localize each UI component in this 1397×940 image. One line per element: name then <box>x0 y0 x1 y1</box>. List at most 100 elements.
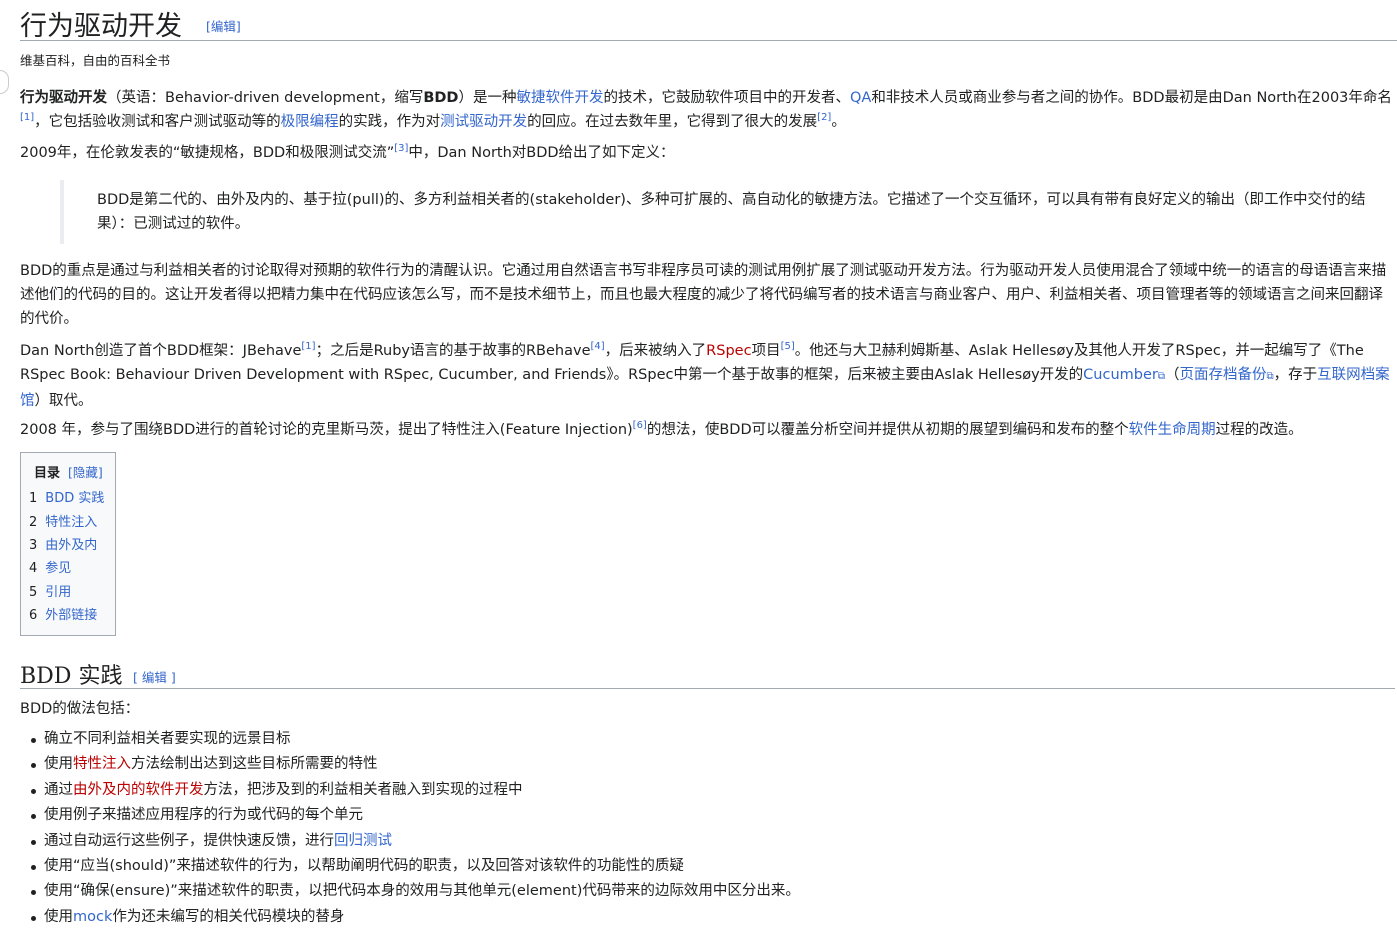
toc-item-label[interactable]: BDD 实践 <box>45 491 104 506</box>
p4-text: ）取代。 <box>34 393 93 409</box>
list-item: 使用例子来描述应用程序的行为或代码的每个单元 <box>20 803 1395 828</box>
p4-text: Dan North创造了首个BDD框架：JBehave <box>20 343 302 359</box>
list-item: 通过由外及内的软件开发方法，把涉及到的利益相关者融入到实现的过程中 <box>20 778 1395 803</box>
list-item: 使用mock作为还未编写的相关代码模块的替身 <box>20 905 1395 930</box>
p5-text: 2008 年，参与了围绕BDD进行的首轮讨论的克里斯马茨，提出了特性注入(Fea… <box>20 422 633 438</box>
list-item-text: 使用“确保(ensure)”来描述软件的职责，以把代码本身的效用与其他单元(el… <box>44 883 800 900</box>
list-item-text: 通过 <box>44 781 73 798</box>
intro-text: （英语：Behavior-driven development，缩写 <box>107 90 424 106</box>
list-item-text: 使用例子来描述应用程序的行为或代码的每个单元 <box>44 807 363 824</box>
link-tdd[interactable]: 测试驱动开发 <box>440 114 527 130</box>
toc-item-number: 1 <box>29 491 38 506</box>
definition-blockquote: BDD是第二代的、由外及内的、基于拉(pull)的、多方利益相关者的(stake… <box>60 180 1397 244</box>
toc-item[interactable]: 5 引用 <box>29 581 71 600</box>
list-item-text: 通过自动运行这些例子，提供快速反馈，进行 <box>44 832 334 849</box>
external-link-icon: ⧉ <box>1266 371 1274 382</box>
toc-item-label[interactable]: 由外及内 <box>45 538 97 553</box>
p4-text: （ <box>1165 367 1180 383</box>
intro-paragraph: 行为驱动开发（英语：Behavior-driven development，缩写… <box>20 86 1395 134</box>
term-bold: 行为驱动开发 <box>20 90 107 106</box>
link-mock[interactable]: mock <box>73 909 112 925</box>
list-item: 使用“应当(should)”来描述软件的行为，以帮助阐明代码的职责，以及回答对该… <box>20 854 1395 879</box>
toc-item-number: 6 <box>29 608 38 623</box>
link-archive[interactable]: 页面存档备份 <box>1180 367 1267 383</box>
link-agile[interactable]: 敏捷软件开发 <box>516 90 603 106</box>
p4-text: ，后来被纳入了 <box>604 343 707 359</box>
list-item: 通过自动运行这些例子，提供快速反馈，进行回归测试 <box>20 829 1395 854</box>
practices-list: 确立不同利益相关者要实现的远景目标 使用特性注入方法绘制出达到这些目标所需要的特… <box>20 727 1395 930</box>
p2-text: 2009年，在伦敦发表的“敏捷规格，BDD和极限测试交流” <box>20 145 395 161</box>
toc-item[interactable]: 1 BDD 实践 <box>29 487 104 506</box>
section-intro: BDD的做法包括： <box>20 701 140 717</box>
abbr-bold: BDD <box>423 90 459 106</box>
toc-item-number: 2 <box>29 515 38 530</box>
link-feature-injection[interactable]: 特性注入 <box>73 756 131 772</box>
frameworks-paragraph: Dan North创造了首个BDD框架：JBehave[1]；之后是Ruby语言… <box>20 339 1395 413</box>
toc-item-number: 3 <box>29 538 38 553</box>
link-cucumber[interactable]: Cucumber <box>1083 367 1158 383</box>
intro-text: 的回应。在过去数年里，它得到了很大的发展 <box>527 114 818 130</box>
list-item-text: 使用 <box>44 756 73 773</box>
toc-item-number: 4 <box>29 561 38 576</box>
intro-text: 和非技术人员或商业参与者之间的协作。BDD最初是由Dan North在2003年… <box>871 90 1392 106</box>
quote-text: BDD是第二代的、由外及内的、基于拉(pull)的、多方利益相关者的(stake… <box>97 192 1366 232</box>
ref-5[interactable]: [5] <box>781 341 795 352</box>
intro-text: ，它包括验收测试和客户测试驱动等的 <box>34 114 281 130</box>
toc-hide-toggle[interactable]: [隐藏] <box>68 462 103 481</box>
link-rspec[interactable]: RSpec <box>706 343 751 359</box>
toc-item-label[interactable]: 外部链接 <box>45 608 97 623</box>
intro-text: 的实践，作为对 <box>338 114 441 130</box>
link-sdlc[interactable]: 软件生命周期 <box>1129 422 1216 438</box>
list-item: 使用特性注入方法绘制出达到这些目标所需要的特性 <box>20 752 1395 777</box>
page-title: 行为驱动开发 <box>20 11 182 42</box>
toc-item[interactable]: 2 特性注入 <box>29 511 97 530</box>
toc-item-number: 5 <box>29 585 38 600</box>
site-tagline: 维基百科，自由的百科全书 <box>20 53 171 68</box>
p5-text: 的想法，使BDD可以覆盖分析空间并提供从初期的展望到编码和发布的整个 <box>646 422 1129 438</box>
intro-text: 。 <box>831 114 846 130</box>
title-edit-link[interactable]: [编辑] <box>206 16 241 35</box>
list-item-text: 作为还未编写的相关代码模块的替身 <box>112 908 345 925</box>
list-item-text: 方法绘制出达到这些目标所需要的特性 <box>131 756 378 773</box>
ref-3[interactable]: [3] <box>394 143 408 154</box>
ref-2[interactable]: [2] <box>817 112 831 123</box>
external-link-icon: ⧉ <box>1157 371 1166 382</box>
list-item-text: 使用“应当(should)”来描述软件的行为，以帮助阐明代码的职责，以及回答对该… <box>44 857 684 874</box>
link-xp[interactable]: 极限编程 <box>281 114 339 130</box>
feature-injection-paragraph: 2008 年，参与了围绕BDD进行的首轮讨论的克里斯马茨，提出了特性注入(Fea… <box>20 418 1395 442</box>
link-outside-in[interactable]: 由外及内的软件开发 <box>73 782 204 798</box>
section-edit-link[interactable]: [ 编辑 ] <box>133 667 176 686</box>
link-qa[interactable]: QA <box>850 90 871 106</box>
toc-item[interactable]: 4 参见 <box>29 557 71 576</box>
p2-text: 中，Dan North对BDD给出了如下定义： <box>408 145 675 161</box>
ref-1b[interactable]: [1] <box>301 341 315 352</box>
p4-text: 项目 <box>751 343 781 359</box>
p5-text: 过程的改造。 <box>1215 422 1303 438</box>
toc-item[interactable]: 3 由外及内 <box>29 534 97 553</box>
p4-text: ，存于 <box>1273 367 1318 383</box>
ref-4[interactable]: [4] <box>591 341 605 352</box>
definition-intro-paragraph: 2009年，在伦敦发表的“敏捷规格，BDD和极限测试交流”[3]中，Dan No… <box>20 141 1395 165</box>
ref-6[interactable]: [6] <box>633 420 647 431</box>
toc-item[interactable]: 6 外部链接 <box>29 604 97 623</box>
focus-paragraph: BDD的重点是通过与利益相关者的讨论取得对预期的软件行为的清醒认识。它通过用自然… <box>20 263 1387 327</box>
section-title: BDD 实践 <box>20 664 123 689</box>
toc-item-label[interactable]: 引用 <box>45 585 71 600</box>
list-item-text: 确立不同利益相关者要实现的远景目标 <box>44 731 291 747</box>
intro-text: ）是一种 <box>458 90 517 106</box>
sidebar-toggle-tab[interactable] <box>0 70 9 94</box>
list-item-text: 使用 <box>44 908 73 925</box>
list-item: 使用“确保(ensure)”来描述软件的职责，以把代码本身的效用与其他单元(el… <box>20 879 1395 904</box>
article-content: 行为驱动开发 [编辑] 维基百科，自由的百科全书 行为驱动开发（英语：Behav… <box>20 0 1397 925</box>
table-of-contents: 目录 [隐藏] 1 BDD 实践 2 特性注入 3 由外及内 4 参见 5 引用 6 外部链… <box>20 452 116 636</box>
toc-title: 目录 <box>34 466 61 481</box>
link-regression-testing[interactable]: 回归测试 <box>334 833 392 849</box>
intro-text: 的技术，它鼓励软件项目中的开发者、 <box>603 90 850 106</box>
list-item: 确立不同利益相关者要实现的远景目标 <box>20 727 1395 752</box>
toc-item-label[interactable]: 特性注入 <box>45 515 97 530</box>
toc-item-label[interactable]: 参见 <box>45 561 71 576</box>
list-item-text: 方法，把涉及到的利益相关者融入到实现的过程中 <box>203 781 523 798</box>
section-heading: BDD 实践 [ 编辑 ] <box>20 656 1395 689</box>
ref-1[interactable]: [1] <box>20 112 34 123</box>
p4-text: ；之后是Ruby语言的基于故事的RBehave <box>315 343 591 359</box>
